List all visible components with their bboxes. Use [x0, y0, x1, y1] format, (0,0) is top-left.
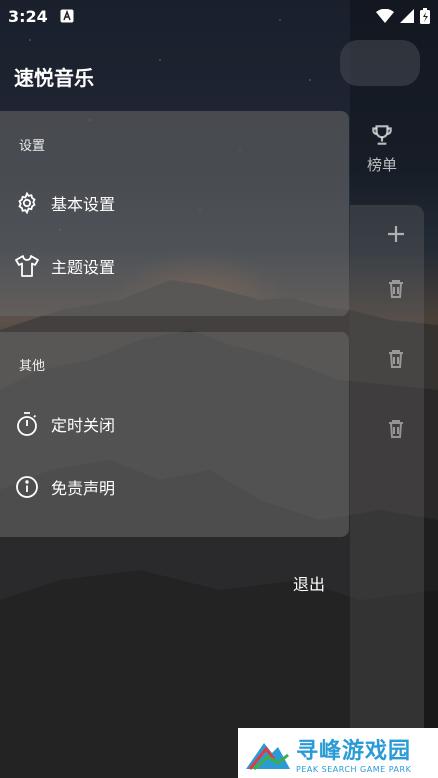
- trash-icon[interactable]: [384, 417, 408, 441]
- tab-rankings[interactable]: 榜单: [362, 122, 402, 175]
- wifi-icon: [376, 9, 394, 23]
- tshirt-icon: [14, 253, 40, 279]
- trophy-icon: [372, 125, 392, 145]
- section-label-settings: 设置: [19, 139, 46, 154]
- section-label-other: 其他: [19, 359, 46, 374]
- settings-card: 设置 基本设置 主题设置: [0, 111, 349, 316]
- peak-logo-icon: [246, 743, 290, 771]
- status-time: 3:24: [8, 6, 48, 26]
- other-card: 其他 定时关闭 免责声明: [0, 332, 349, 537]
- menu-item-label: 主题设置: [51, 258, 116, 277]
- signal-icon: [400, 9, 414, 23]
- watermark-text: 寻峰游戏园: [296, 738, 412, 764]
- menu-item-disclaimer[interactable]: 免责声明: [0, 463, 349, 511]
- watermark-subtext: PEAK SEARCH GAME PARK: [296, 764, 412, 774]
- status-icons: [376, 8, 430, 24]
- menu-item-label: 免责声明: [51, 479, 116, 498]
- navigation-drawer: 速悦音乐 设置 基本设置 主题设置 其他 定时关闭 免责声明: [0, 0, 350, 778]
- info-icon: [14, 474, 40, 500]
- app-title: 速悦音乐: [14, 66, 94, 90]
- tab-rankings-label: 榜单: [366, 156, 397, 174]
- menu-item-label: 定时关闭: [51, 416, 116, 435]
- stopwatch-icon: [14, 411, 40, 437]
- menu-item-label: 基本设置: [51, 195, 116, 214]
- add-icon[interactable]: [384, 222, 408, 246]
- watermark: 寻峰游戏园 PEAK SEARCH GAME PARK: [238, 728, 438, 778]
- menu-item-basic-settings[interactable]: 基本设置: [0, 179, 349, 227]
- menu-item-sleep-timer[interactable]: 定时关闭: [0, 400, 349, 448]
- trash-icon[interactable]: [384, 277, 408, 301]
- exit-button[interactable]: 退出: [293, 571, 325, 595]
- trash-icon[interactable]: [384, 347, 408, 371]
- notification-icon: [60, 9, 74, 23]
- search-bar[interactable]: [340, 40, 420, 86]
- menu-item-theme-settings[interactable]: 主题设置: [0, 242, 349, 290]
- battery-icon: [420, 8, 430, 24]
- status-bar: 3:24: [0, 0, 438, 32]
- gear-icon: [14, 190, 40, 216]
